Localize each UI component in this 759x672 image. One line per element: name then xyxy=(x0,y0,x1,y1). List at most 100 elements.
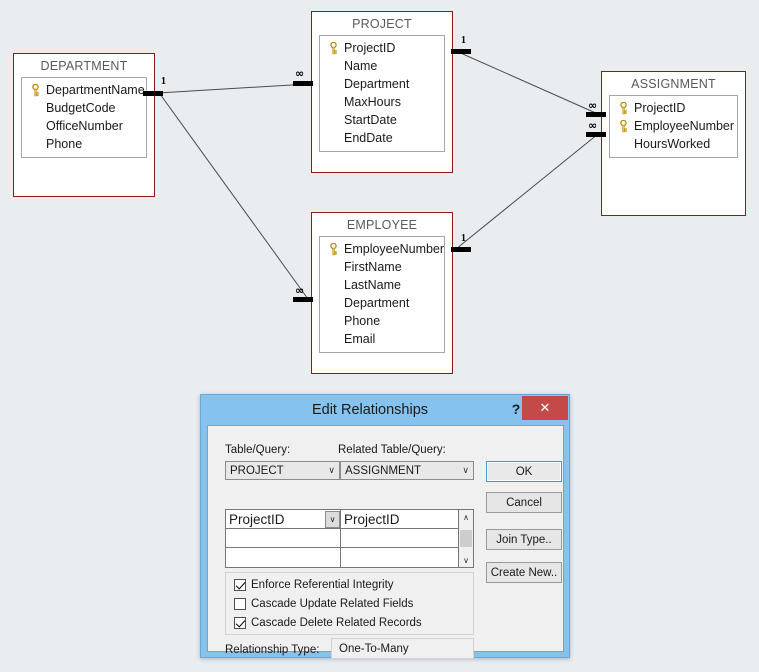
field-name: StartDate xyxy=(344,113,397,127)
grid-cell[interactable] xyxy=(226,548,340,567)
ok-button[interactable]: OK xyxy=(486,461,562,482)
chevron-down-icon: ∨ xyxy=(462,465,469,476)
table-box-department[interactable]: DEPARTMENT DepartmentName BudgetCode Off… xyxy=(13,53,155,197)
table-query-select[interactable]: PROJECT ∨ xyxy=(225,461,340,480)
cardinality-one-label: 1 xyxy=(461,35,466,46)
field-mapping-grid[interactable]: ProjectID ∨ ProjectID ∧ ∨ xyxy=(225,509,474,568)
primary-key-icon xyxy=(614,101,632,115)
table-query-value: PROJECT xyxy=(230,464,284,477)
field-row[interactable]: DepartmentName xyxy=(22,81,146,99)
grid-left-column: ProjectID ∨ xyxy=(226,510,341,567)
field-row[interactable]: Email xyxy=(320,330,444,348)
checkbox-indicator[interactable] xyxy=(234,617,246,629)
field-row[interactable]: OfficeNumber xyxy=(22,117,146,135)
relationship-type-label: Relationship Type: xyxy=(225,644,320,656)
primary-key-icon xyxy=(324,242,342,256)
grid-right-column: ProjectID xyxy=(341,510,458,567)
field-name: MaxHours xyxy=(344,95,401,109)
enforce-referential-integrity-checkbox[interactable]: Enforce Referential Integrity xyxy=(234,579,394,591)
grid-cell[interactable]: ProjectID ∨ xyxy=(226,510,340,529)
table-title-employee: EMPLOYEE xyxy=(346,218,418,232)
join-type-button[interactable]: Join Type.. xyxy=(486,529,562,550)
field-name: LastName xyxy=(344,278,401,292)
table-title-assignment: ASSIGNMENT xyxy=(631,77,716,91)
field-row[interactable]: EndDate xyxy=(320,129,444,147)
checkbox-label: Enforce Referential Integrity xyxy=(251,579,394,591)
related-table-query-value: ASSIGNMENT xyxy=(345,464,422,477)
dialog-titlebar[interactable]: Edit Relationships ? ✕ xyxy=(201,395,569,425)
field-row[interactable]: Department xyxy=(320,294,444,312)
field-name: Phone xyxy=(344,314,381,328)
close-icon[interactable]: ✕ xyxy=(522,396,568,420)
grid-cell-value: ProjectID xyxy=(229,511,285,527)
cardinality-many-label: ∞ xyxy=(295,67,304,80)
checkbox-label: Cascade Delete Related Records xyxy=(251,617,422,629)
field-name: BudgetCode xyxy=(46,101,116,115)
field-name: FirstName xyxy=(344,260,402,274)
checkbox-label: Cascade Update Related Fields xyxy=(251,598,414,610)
table-fields-employee: EmployeeNumber FirstName LastName Depart… xyxy=(319,236,445,353)
create-new-button[interactable]: Create New.. xyxy=(486,562,562,583)
grid-cell[interactable]: ProjectID xyxy=(341,510,458,529)
chevron-down-icon[interactable]: ∨ xyxy=(325,510,340,528)
edit-relationships-dialog[interactable]: Edit Relationships ? ✕ Table/Query: Rela… xyxy=(200,394,570,659)
relationship-stub xyxy=(143,91,163,96)
cancel-button[interactable]: Cancel xyxy=(486,492,562,513)
field-name: ProjectID xyxy=(634,101,686,115)
cascade-update-checkbox[interactable]: Cascade Update Related Fields xyxy=(234,598,413,610)
field-row[interactable]: FirstName xyxy=(320,258,444,276)
field-row[interactable]: StartDate xyxy=(320,111,444,129)
grid-cell[interactable] xyxy=(341,529,458,548)
cardinality-one-label: 1 xyxy=(161,76,166,87)
relationship-stub xyxy=(586,112,606,117)
primary-key-icon xyxy=(614,119,632,133)
field-name: ProjectID xyxy=(344,41,396,55)
field-row[interactable]: ProjectID xyxy=(320,39,444,57)
table-box-assignment[interactable]: ASSIGNMENT ProjectID EmployeeNumber Hour… xyxy=(601,71,746,216)
primary-key-icon xyxy=(26,83,44,97)
cascade-delete-checkbox[interactable]: Cascade Delete Related Records xyxy=(234,617,422,629)
table-box-project[interactable]: PROJECT ProjectID Name Department MaxHou… xyxy=(311,11,453,173)
dialog-body: Table/Query: Related Table/Query: PROJEC… xyxy=(207,425,564,659)
relationship-stub xyxy=(293,81,313,86)
field-row[interactable]: MaxHours xyxy=(320,93,444,111)
grid-cell-value: ProjectID xyxy=(344,511,400,527)
checkbox-indicator[interactable] xyxy=(234,579,246,591)
field-row[interactable]: Phone xyxy=(320,312,444,330)
dialog-title: Edit Relationships xyxy=(311,402,429,418)
field-row[interactable]: Name xyxy=(320,57,444,75)
relationship-stub xyxy=(586,132,606,137)
table-fields-assignment: ProjectID EmployeeNumber HoursWorked xyxy=(609,95,738,158)
field-name: OfficeNumber xyxy=(46,119,123,133)
cardinality-many-label: ∞ xyxy=(588,119,597,132)
field-name: Department xyxy=(344,296,410,310)
field-row[interactable]: LastName xyxy=(320,276,444,294)
scroll-down-icon[interactable]: ∨ xyxy=(459,553,473,567)
field-row[interactable]: Department xyxy=(320,75,444,93)
table-title-department: DEPARTMENT xyxy=(40,59,128,73)
table-box-employee[interactable]: EMPLOYEE EmployeeNumber FirstName LastNa… xyxy=(311,212,453,374)
cardinality-many-label: ∞ xyxy=(588,99,597,112)
field-name: Department xyxy=(344,77,410,91)
field-row[interactable]: EmployeeNumber xyxy=(610,117,737,135)
related-table-query-select[interactable]: ASSIGNMENT ∨ xyxy=(340,461,474,480)
grid-scrollbar[interactable]: ∧ ∨ xyxy=(458,510,473,567)
relationship-stub xyxy=(293,297,313,302)
field-row[interactable]: Phone xyxy=(22,135,146,153)
grid-cell[interactable] xyxy=(226,529,340,548)
field-name: Email xyxy=(344,332,376,346)
scroll-up-icon[interactable]: ∧ xyxy=(459,510,473,524)
field-name: EmployeeNumber xyxy=(344,242,445,256)
checkbox-indicator[interactable] xyxy=(234,598,246,610)
table-query-label: Table/Query: xyxy=(225,444,291,456)
field-name: Phone xyxy=(46,137,83,151)
grid-cell[interactable] xyxy=(341,548,458,567)
grid-columns: ProjectID ∨ ProjectID xyxy=(226,510,458,567)
field-row[interactable]: EmployeeNumber xyxy=(320,240,444,258)
scrollbar-thumb[interactable] xyxy=(460,530,472,547)
field-row[interactable]: HoursWorked xyxy=(610,135,737,153)
scrollbar-track[interactable] xyxy=(459,524,473,553)
field-row[interactable]: BudgetCode xyxy=(22,99,146,117)
field-name: Name xyxy=(344,59,378,73)
field-row[interactable]: ProjectID xyxy=(610,99,737,117)
